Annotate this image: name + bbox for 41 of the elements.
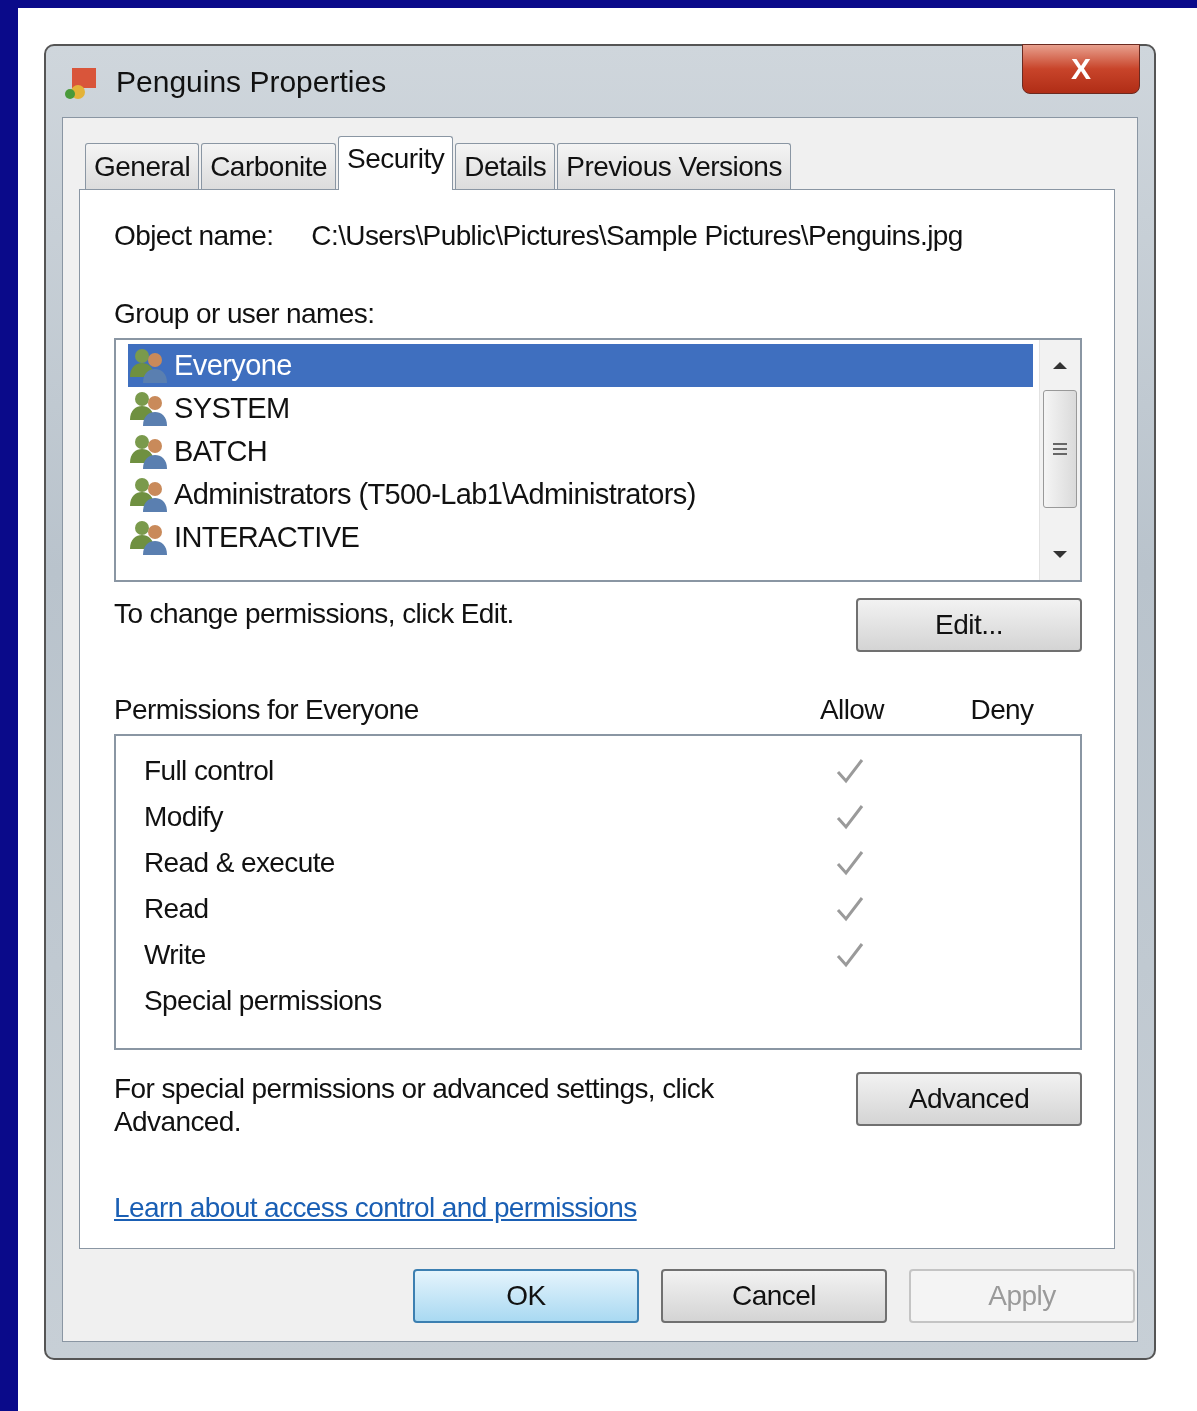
- object-path: C:\Users\Public\Pictures\Sample Pictures\Penguins.jpg: [311, 220, 963, 252]
- tab[interactable]: Security: [338, 136, 454, 190]
- scroll-thumb[interactable]: [1043, 390, 1077, 508]
- column-heading: Deny: [970, 694, 1034, 726]
- help-link[interactable]: Learn about access control and permissions: [114, 1192, 637, 1224]
- tab[interactable]: General: [85, 143, 200, 189]
- hint-text: For special permissions or advanced settings, click Advanced.: [114, 1072, 715, 1138]
- scrollbar[interactable]: [1039, 340, 1080, 580]
- list-item[interactable]: INTERACTIVE: [128, 516, 1033, 559]
- hint-text: To change permissions, click Edit.: [114, 598, 514, 630]
- close-button[interactable]: X: [1022, 44, 1140, 94]
- permission-name: Modify: [144, 801, 225, 833]
- permissions-label: Permissions for Everyone: [114, 694, 420, 726]
- grip-icon: [1053, 442, 1067, 456]
- tab[interactable]: Carbonite: [201, 143, 337, 189]
- permission-name: Read: [144, 893, 210, 925]
- edit-button[interactable]: Edit...: [856, 598, 1082, 652]
- users-icon: [128, 475, 170, 514]
- users-icon: [128, 432, 170, 471]
- advanced-button[interactable]: Advanced: [856, 1072, 1082, 1126]
- list-item[interactable]: Everyone: [128, 344, 1033, 387]
- window-title: Penguins Properties: [116, 64, 387, 99]
- permission-name: Special permissions: [144, 985, 383, 1017]
- permission-name: Read & execute: [144, 847, 336, 879]
- list-item[interactable]: SYSTEM: [128, 387, 1033, 430]
- dialog-button[interactable]: OK: [413, 1269, 639, 1323]
- list-label: Group or user names:: [114, 298, 376, 330]
- list-item[interactable]: Administrators (T500-Lab1\Administrators): [128, 473, 1033, 516]
- permission-name: Full control: [144, 755, 275, 787]
- users-icon: [128, 518, 170, 557]
- column-heading: Allow: [820, 694, 884, 726]
- tab[interactable]: Previous Versions: [557, 143, 791, 189]
- field-label: Object name:: [114, 220, 274, 252]
- down-arrow-icon[interactable]: [1052, 550, 1068, 560]
- users-icon: [128, 346, 170, 385]
- dialog-button[interactable]: Cancel: [661, 1269, 887, 1323]
- up-arrow-icon[interactable]: [1052, 360, 1068, 370]
- permission-name: Write: [144, 939, 207, 971]
- users-icon: [128, 389, 170, 428]
- tab[interactable]: Details: [455, 143, 556, 189]
- list-item[interactable]: BATCH: [128, 430, 1033, 473]
